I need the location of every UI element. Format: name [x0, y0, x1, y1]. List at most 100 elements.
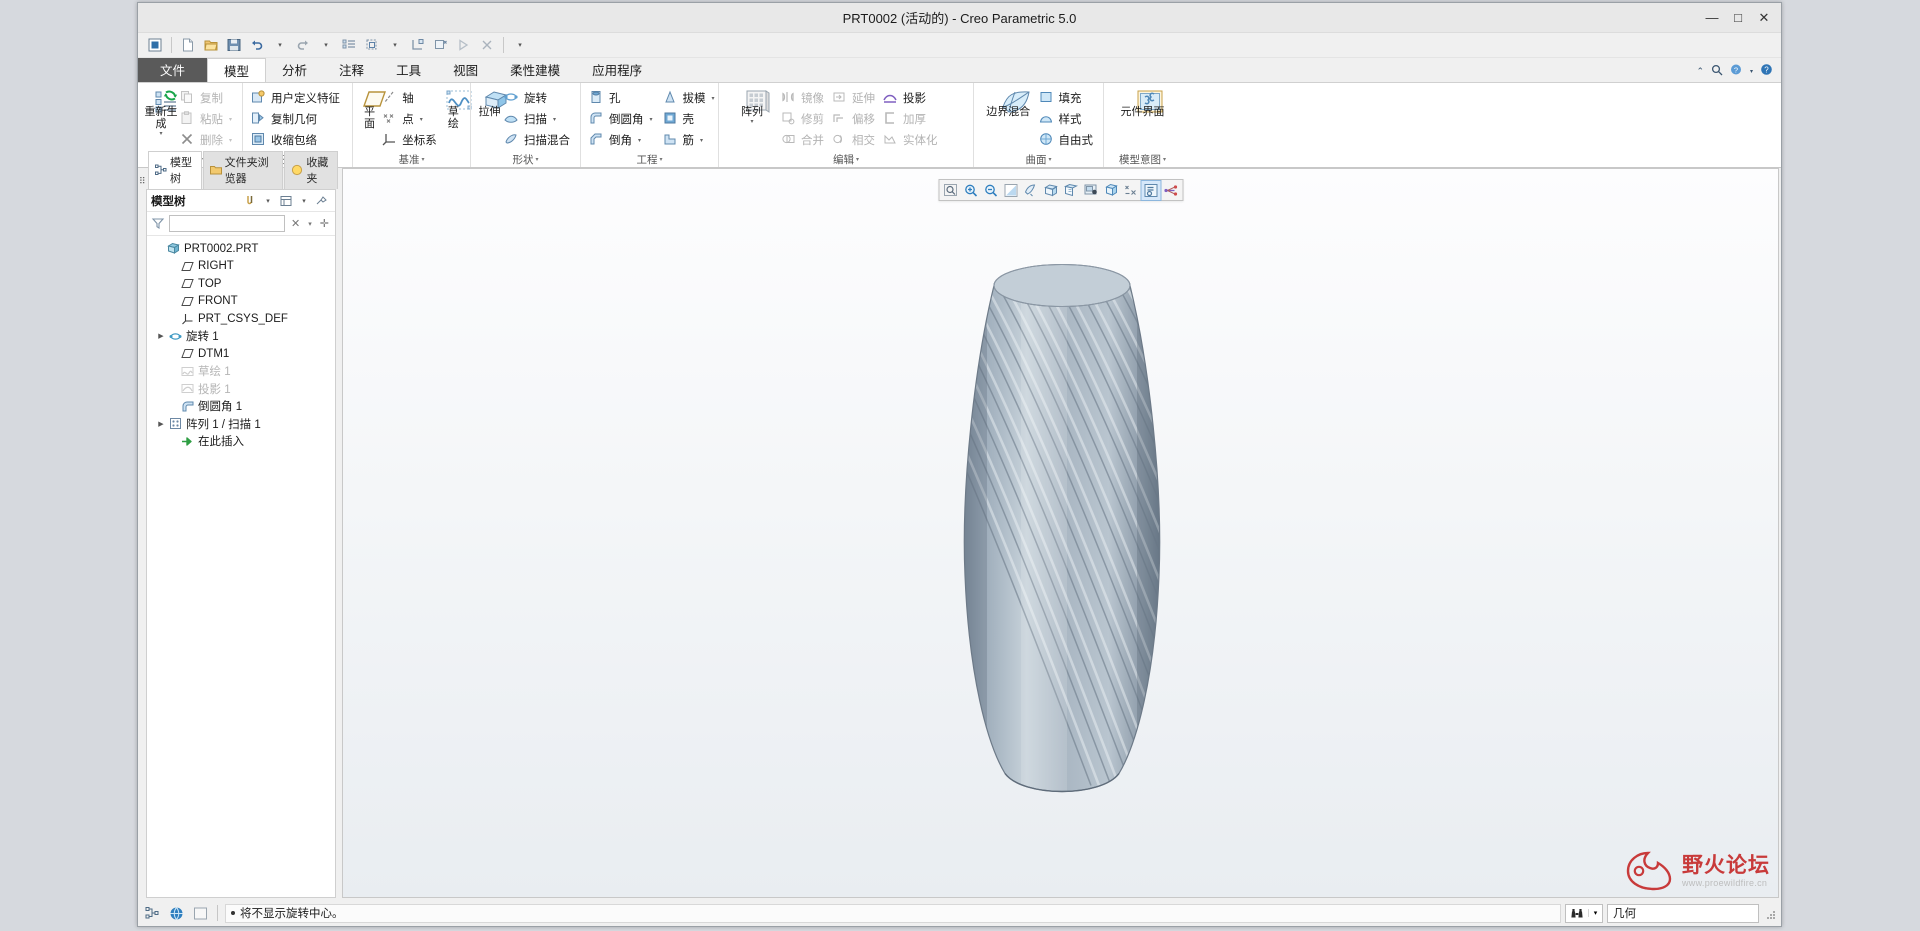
draft-dropdown-icon[interactable]: ▾	[712, 95, 715, 102]
repaint-icon[interactable]	[1001, 181, 1020, 200]
tree-item-insert-here[interactable]: 在此插入	[147, 433, 335, 451]
tab-annotate[interactable]: 注释	[323, 58, 380, 82]
shell-button[interactable]: 壳	[661, 109, 719, 129]
group-label-surfaces[interactable]: 曲面 ▾	[974, 152, 1103, 167]
tab-applications[interactable]: 应用程序	[576, 58, 658, 82]
navigator-toggle-icon[interactable]	[190, 903, 210, 923]
close-button[interactable]: ✕	[1751, 7, 1777, 29]
binoculars-icon[interactable]	[1566, 907, 1588, 920]
group-label-model-intent[interactable]: 模型意图 ▾	[1104, 152, 1181, 167]
zoom-out-icon[interactable]	[981, 181, 1000, 200]
udf-button[interactable]: 用户定义特征	[249, 88, 344, 108]
chevron-down-icon[interactable]: ▾	[1750, 68, 1753, 75]
sketch-button[interactable]: 草绘	[443, 87, 472, 130]
maximize-button[interactable]: □	[1725, 7, 1751, 29]
selection-filter-icon[interactable]	[142, 903, 162, 923]
tree-item-project-1[interactable]: 投影 1	[147, 380, 335, 398]
nav-tab-favorites[interactable]: 收藏夹	[284, 151, 338, 189]
appearance-gallery-icon[interactable]	[1161, 181, 1180, 200]
tab-model[interactable]: 模型	[207, 58, 267, 82]
tree-item-front[interactable]: FRONT	[147, 293, 335, 311]
trim-button[interactable]: 修剪	[779, 109, 828, 129]
search-selector[interactable]: ▾	[1565, 903, 1603, 923]
regenerate-button[interactable]: 重新生成 ▾	[144, 87, 178, 138]
chamfer-button[interactable]: 倒角 ▾	[587, 130, 657, 150]
merge-button[interactable]: 合并	[779, 130, 828, 150]
open-icon[interactable]	[200, 35, 222, 56]
tab-view[interactable]: 视图	[437, 58, 494, 82]
tree-filter-dropdown-icon[interactable]: ▾	[263, 192, 273, 210]
tree-item-part[interactable]: PRT0002.PRT	[147, 240, 335, 258]
coordinate-system-button[interactable]: 坐标系	[380, 130, 441, 150]
saved-orientations-icon[interactable]	[1061, 181, 1080, 200]
hole-button[interactable]: 孔	[587, 88, 657, 108]
component-interface-button[interactable]: 元件界面	[1110, 87, 1175, 118]
fill-button[interactable]: 填充	[1037, 88, 1098, 108]
tree-display-dropdown-icon[interactable]: ▾	[299, 192, 309, 210]
stop-icon[interactable]	[476, 35, 498, 56]
group-label-editing[interactable]: 编辑 ▾	[719, 152, 973, 167]
group-label-engineering[interactable]: 工程 ▾	[581, 152, 718, 167]
tree-filter-icon[interactable]	[241, 192, 259, 210]
tab-tools[interactable]: 工具	[380, 58, 437, 82]
close-window-icon[interactable]	[407, 35, 429, 56]
help-dropdown-icon[interactable]: ?	[1730, 63, 1743, 79]
spin-center-icon[interactable]	[1140, 179, 1161, 201]
new-window-icon[interactable]	[430, 35, 452, 56]
datum-display-icon[interactable]	[1021, 181, 1040, 200]
paste-dropdown-icon[interactable]: ▾	[229, 116, 232, 123]
draft-button[interactable]: 拔模 ▾	[661, 88, 719, 108]
tree-item-csys[interactable]: PRT_CSYS_DEF	[147, 310, 335, 328]
tree-search-input[interactable]	[169, 215, 286, 232]
rib-dropdown-icon[interactable]: ▾	[700, 137, 703, 144]
geometry-filter-box[interactable]: 几何	[1607, 903, 1759, 923]
chamfer-dropdown-icon[interactable]: ▾	[638, 137, 641, 144]
tree-search-clear-icon[interactable]: ✕	[289, 217, 302, 230]
datum-axis-button[interactable]: 轴	[380, 88, 441, 108]
group-label-datum[interactable]: 基准 ▾	[353, 152, 470, 167]
freestyle-button[interactable]: 自由式	[1037, 130, 1098, 150]
copy-button[interactable]: 复制	[178, 88, 236, 108]
tree-item-dtm1[interactable]: DTM1	[147, 345, 335, 363]
refit-icon[interactable]	[941, 181, 960, 200]
offset-button[interactable]: 偏移	[830, 109, 879, 129]
perspective-icon[interactable]	[1101, 181, 1120, 200]
annotation-display-icon[interactable]	[1121, 181, 1140, 200]
paste-button[interactable]: 粘贴 ▾	[178, 109, 236, 129]
tree-item-top[interactable]: TOP	[147, 275, 335, 293]
sweep-button[interactable]: 扫描 ▾	[502, 109, 574, 129]
tree-item-right[interactable]: RIGHT	[147, 258, 335, 276]
help-icon[interactable]: ?	[1760, 63, 1773, 79]
group-label-shapes[interactable]: 形状 ▾	[471, 152, 580, 167]
resume-icon[interactable]	[453, 35, 475, 56]
search-icon[interactable]	[1711, 64, 1723, 79]
regenerate-icon[interactable]	[338, 35, 360, 56]
zoom-in-icon[interactable]	[961, 181, 980, 200]
revolve-button[interactable]: 旋转	[502, 88, 574, 108]
solidify-button[interactable]: 实体化	[881, 130, 942, 150]
sweep-dropdown-icon[interactable]: ▾	[553, 116, 556, 123]
tree-search-dropdown-icon[interactable]: ▾	[306, 220, 314, 228]
vase-swirl-model[interactable]	[931, 246, 1191, 821]
rib-button[interactable]: 筋 ▾	[661, 130, 719, 150]
tree-expander[interactable]: ▶	[155, 332, 167, 340]
repaint-dropdown-icon[interactable]: ▾	[384, 35, 406, 56]
datum-point-button[interactable]: 点 ▾	[380, 109, 441, 129]
search-dropdown-icon[interactable]: ▾	[1588, 909, 1602, 917]
round-button[interactable]: 倒圆角 ▾	[587, 109, 657, 129]
pattern-button[interactable]: 阵列 ▾	[725, 87, 779, 126]
extrude-button[interactable]: 拉伸	[477, 87, 507, 118]
collapse-ribbon-icon[interactable]: ⌃	[1696, 66, 1704, 77]
navigator-grip-icon[interactable]: ⠿	[139, 176, 146, 187]
undo-dropdown-icon[interactable]: ▾	[269, 35, 291, 56]
tree-expander[interactable]: ▶	[155, 420, 167, 428]
mirror-button[interactable]: 镜像	[779, 88, 828, 108]
tab-flexible-modeling[interactable]: 柔性建模	[494, 58, 576, 82]
display-style-icon[interactable]	[1041, 181, 1060, 200]
boundary-blend-button[interactable]: 边界混合	[980, 87, 1037, 118]
tree-item-revolve-1[interactable]: ▶ 旋转 1	[147, 328, 335, 346]
project-button[interactable]: 投影	[881, 88, 942, 108]
thicken-button[interactable]: 加厚	[881, 109, 942, 129]
qat-overflow-icon[interactable]: ▾	[509, 35, 531, 56]
viewport-canvas[interactable]: 野火论坛 www.proewildfire.cn	[343, 169, 1778, 897]
